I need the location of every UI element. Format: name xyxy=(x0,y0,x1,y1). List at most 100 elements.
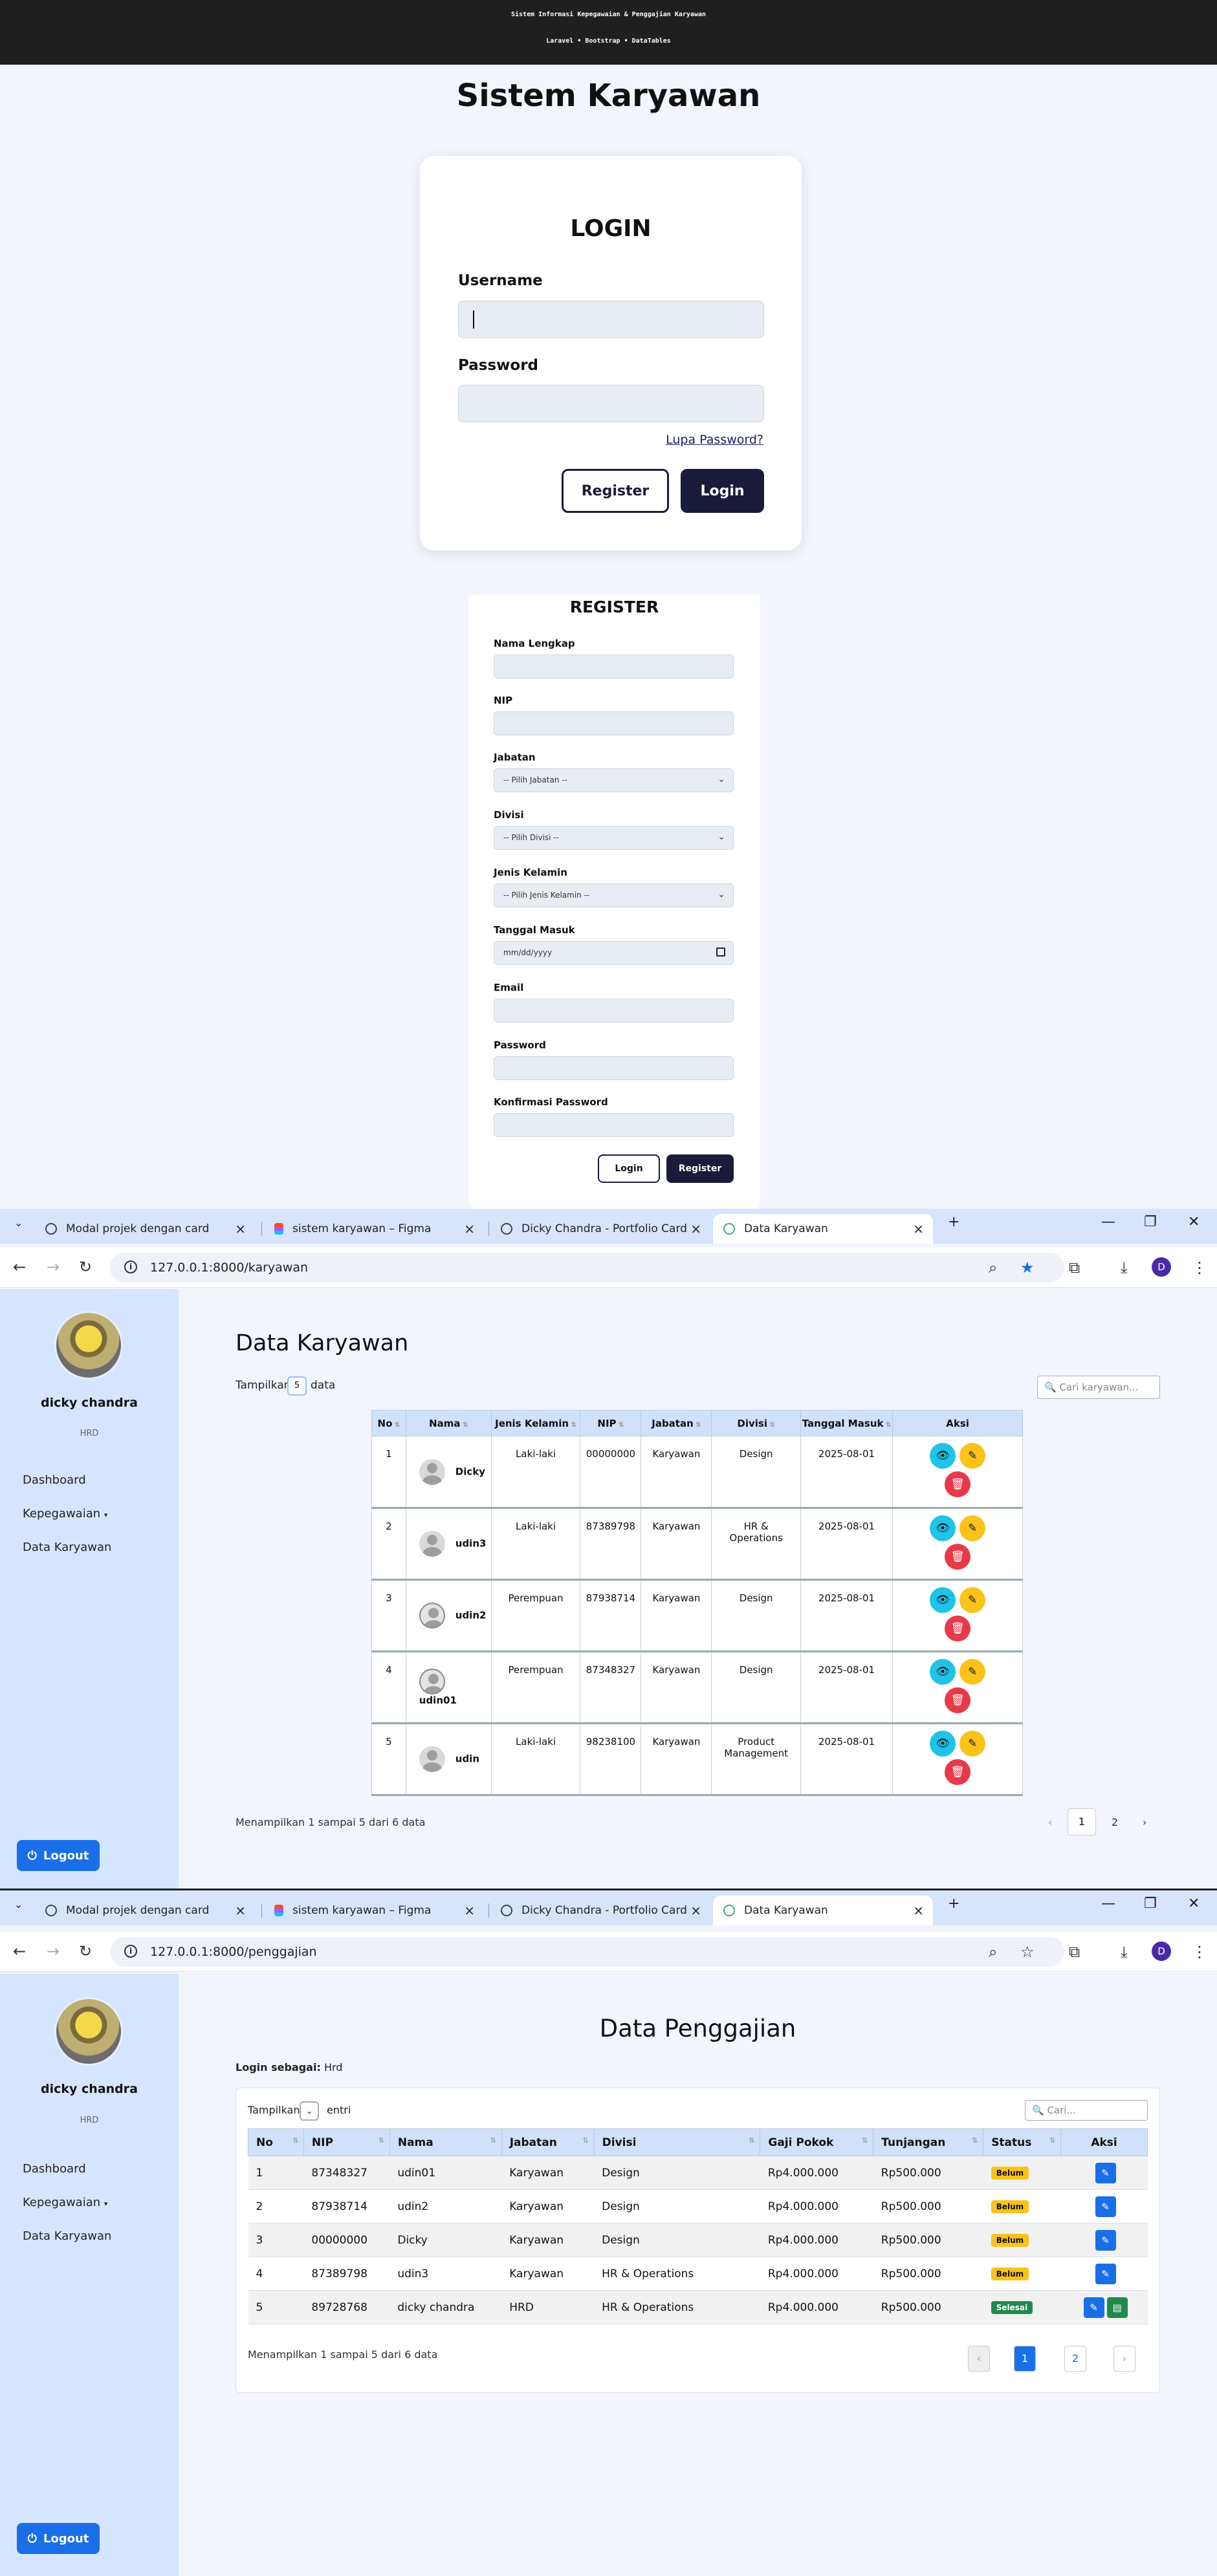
column-header[interactable]: Jabatan ⇅ xyxy=(501,2128,595,2156)
column-header[interactable]: Aksi xyxy=(1060,2128,1148,2156)
search-input[interactable]: 🔍 Cari karyawan... xyxy=(1037,1376,1160,1399)
bookmark-star-icon[interactable]: ★ xyxy=(1020,1259,1035,1277)
column-header[interactable]: Tunjangan ⇅ xyxy=(873,2128,984,2156)
tab-modal-projek[interactable]: Modal projek dengan card × xyxy=(35,1896,255,1925)
delete-icon[interactable]: 🗑 xyxy=(945,1471,971,1497)
edit-icon[interactable]: ✎ xyxy=(959,1443,986,1469)
minimize-icon[interactable]: — xyxy=(1101,1896,1115,1912)
tab-data-karyawan[interactable]: Data Karyawan × xyxy=(713,1896,933,1925)
close-icon[interactable]: × xyxy=(913,1903,924,1918)
view-icon[interactable]: 👁 xyxy=(930,1443,956,1469)
column-header[interactable]: No ⇅ xyxy=(248,2128,304,2156)
zoom-icon[interactable]: ⌕ xyxy=(989,1259,997,1277)
logout-button[interactable]: ⏻ Logout xyxy=(17,2523,100,2554)
column-header[interactable]: Divisi ⇅ xyxy=(711,1410,801,1436)
register-login-button[interactable]: Login xyxy=(598,1154,660,1183)
download-icon[interactable]: ⤓ xyxy=(1121,1943,1128,1961)
delete-icon[interactable]: 🗑 xyxy=(945,1616,971,1641)
tab-portfolio[interactable]: Dicky Chandra - Portfolio Card × xyxy=(490,1896,710,1925)
edit-icon[interactable]: ✎ xyxy=(959,1659,986,1685)
forgot-password-link[interactable]: Lupa Password? xyxy=(666,433,763,447)
info-icon[interactable]: i xyxy=(124,1261,137,1273)
sidebar-item-dashboard[interactable]: Dashboard xyxy=(23,1473,86,1487)
sidebar-item-data-karyawan[interactable]: Data Karyawan xyxy=(23,1541,111,1554)
edit-icon[interactable]: ✎ xyxy=(1095,2229,1116,2251)
edit-icon[interactable]: ✎ xyxy=(1083,2297,1104,2318)
register-field-input[interactable] xyxy=(494,1113,734,1137)
register-field-input[interactable]: -- Pilih Jabatan -- ⌄ xyxy=(494,768,734,792)
pagination-page-2[interactable]: 2 xyxy=(1112,1816,1118,1828)
close-icon[interactable]: × xyxy=(690,1903,701,1918)
new-tab-icon[interactable]: + xyxy=(948,1896,959,1912)
zoom-icon[interactable]: ⌕ xyxy=(989,1943,997,1961)
window-close-icon[interactable]: ✕ xyxy=(1188,1896,1200,1912)
delete-icon[interactable]: 🗑 xyxy=(945,1759,971,1785)
close-icon[interactable]: × xyxy=(464,1903,475,1918)
column-header[interactable]: NIP ⇅ xyxy=(303,2128,390,2156)
tab-portfolio[interactable]: Dicky Chandra - Portfolio Card × xyxy=(490,1214,710,1244)
tab-data-karyawan[interactable]: Data Karyawan × xyxy=(713,1214,933,1244)
column-header[interactable]: Gaji Pokok ⇅ xyxy=(760,2128,874,2156)
register-submit-button[interactable]: Register xyxy=(666,1154,734,1183)
sidebar-item-kepegawaian[interactable]: Kepegawaian ▾ xyxy=(23,2196,107,2209)
close-icon[interactable]: × xyxy=(235,1903,246,1918)
edit-icon[interactable]: ✎ xyxy=(959,1731,986,1757)
view-icon[interactable]: 👁 xyxy=(930,1587,956,1613)
sidebar-item-dashboard[interactable]: Dashboard xyxy=(23,2162,86,2176)
close-icon[interactable]: × xyxy=(235,1221,246,1237)
entries-select[interactable]: ⌄ xyxy=(300,2101,319,2121)
new-tab-icon[interactable]: + xyxy=(948,1214,959,1230)
payslip-icon[interactable]: ▤ xyxy=(1106,2297,1128,2318)
username-input[interactable] xyxy=(458,301,764,338)
edit-icon[interactable]: ✎ xyxy=(1095,2162,1116,2183)
pagination-prev[interactable]: ‹ xyxy=(968,2346,990,2372)
view-icon[interactable]: 👁 xyxy=(930,1659,956,1685)
register-field-input[interactable]: mm/dd/yyyy xyxy=(494,941,734,965)
tab-search-icon[interactable]: ⌄ xyxy=(14,1898,23,1910)
register-field-input[interactable] xyxy=(494,1056,734,1080)
tab-figma[interactable]: sistem karyawan – Figma × xyxy=(264,1214,484,1244)
url-input[interactable]: i 127.0.0.1:8000/penggajian xyxy=(110,1937,1064,1967)
pagination-page-1[interactable]: 1 xyxy=(1068,1808,1096,1835)
window-close-icon[interactable]: ✕ xyxy=(1188,1214,1200,1230)
column-header[interactable]: Jenis Kelamin ⇅ xyxy=(490,1410,581,1436)
minimize-icon[interactable]: — xyxy=(1101,1214,1115,1230)
register-field-input[interactable] xyxy=(494,999,734,1023)
column-header[interactable]: Tanggal Masuk ⇅ xyxy=(800,1410,894,1436)
profile-avatar[interactable]: D xyxy=(1152,1942,1171,1961)
search-input[interactable]: 🔍 Cari... xyxy=(1025,2100,1148,2121)
entries-select[interactable]: 5 xyxy=(287,1376,307,1396)
back-icon[interactable]: ← xyxy=(13,1942,26,1960)
register-field-input[interactable] xyxy=(494,711,734,735)
column-header[interactable]: No ⇅ xyxy=(371,1410,406,1436)
logout-button[interactable]: ⏻ Logout xyxy=(17,1840,100,1871)
view-icon[interactable]: 👁 xyxy=(930,1515,956,1541)
login-button[interactable]: Login xyxy=(681,469,764,513)
download-icon[interactable]: ⤓ xyxy=(1121,1259,1128,1277)
register-field-input[interactable]: -- Pilih Divisi -- ⌄ xyxy=(494,826,734,850)
restore-icon[interactable]: ❐ xyxy=(1144,1214,1157,1230)
pagination-next[interactable]: › xyxy=(1113,2346,1135,2372)
tab-modal-projek[interactable]: Modal projek dengan card × xyxy=(35,1214,255,1244)
password-input[interactable] xyxy=(458,385,764,422)
sidebar-item-kepegawaian[interactable]: Kepegawaian ▾ xyxy=(23,1507,107,1521)
column-header[interactable]: Jabatan ⇅ xyxy=(641,1410,712,1436)
forward-icon[interactable]: → xyxy=(47,1258,60,1276)
delete-icon[interactable]: 🗑 xyxy=(945,1687,971,1713)
extensions-icon[interactable]: ⧉ xyxy=(1069,1943,1080,1961)
register-field-input[interactable] xyxy=(494,655,734,678)
column-header[interactable]: Aksi xyxy=(892,1410,1023,1436)
bookmark-star-icon[interactable]: ☆ xyxy=(1020,1943,1035,1961)
column-header[interactable]: NIP ⇅ xyxy=(580,1410,642,1436)
pagination-page-2[interactable]: 2 xyxy=(1064,2346,1086,2372)
reload-icon[interactable]: ↻ xyxy=(79,1942,92,1960)
edit-icon[interactable]: ✎ xyxy=(1095,2263,1116,2284)
pagination-page-1[interactable]: 1 xyxy=(1014,2346,1036,2372)
view-icon[interactable]: 👁 xyxy=(930,1731,956,1757)
column-header[interactable]: Status ⇅ xyxy=(983,2128,1062,2156)
restore-icon[interactable]: ❐ xyxy=(1144,1896,1157,1912)
close-icon[interactable]: × xyxy=(464,1221,475,1237)
profile-avatar[interactable]: D xyxy=(1152,1257,1171,1277)
menu-icon[interactable]: ⋮ xyxy=(1192,1259,1207,1277)
calendar-icon[interactable] xyxy=(716,947,725,957)
